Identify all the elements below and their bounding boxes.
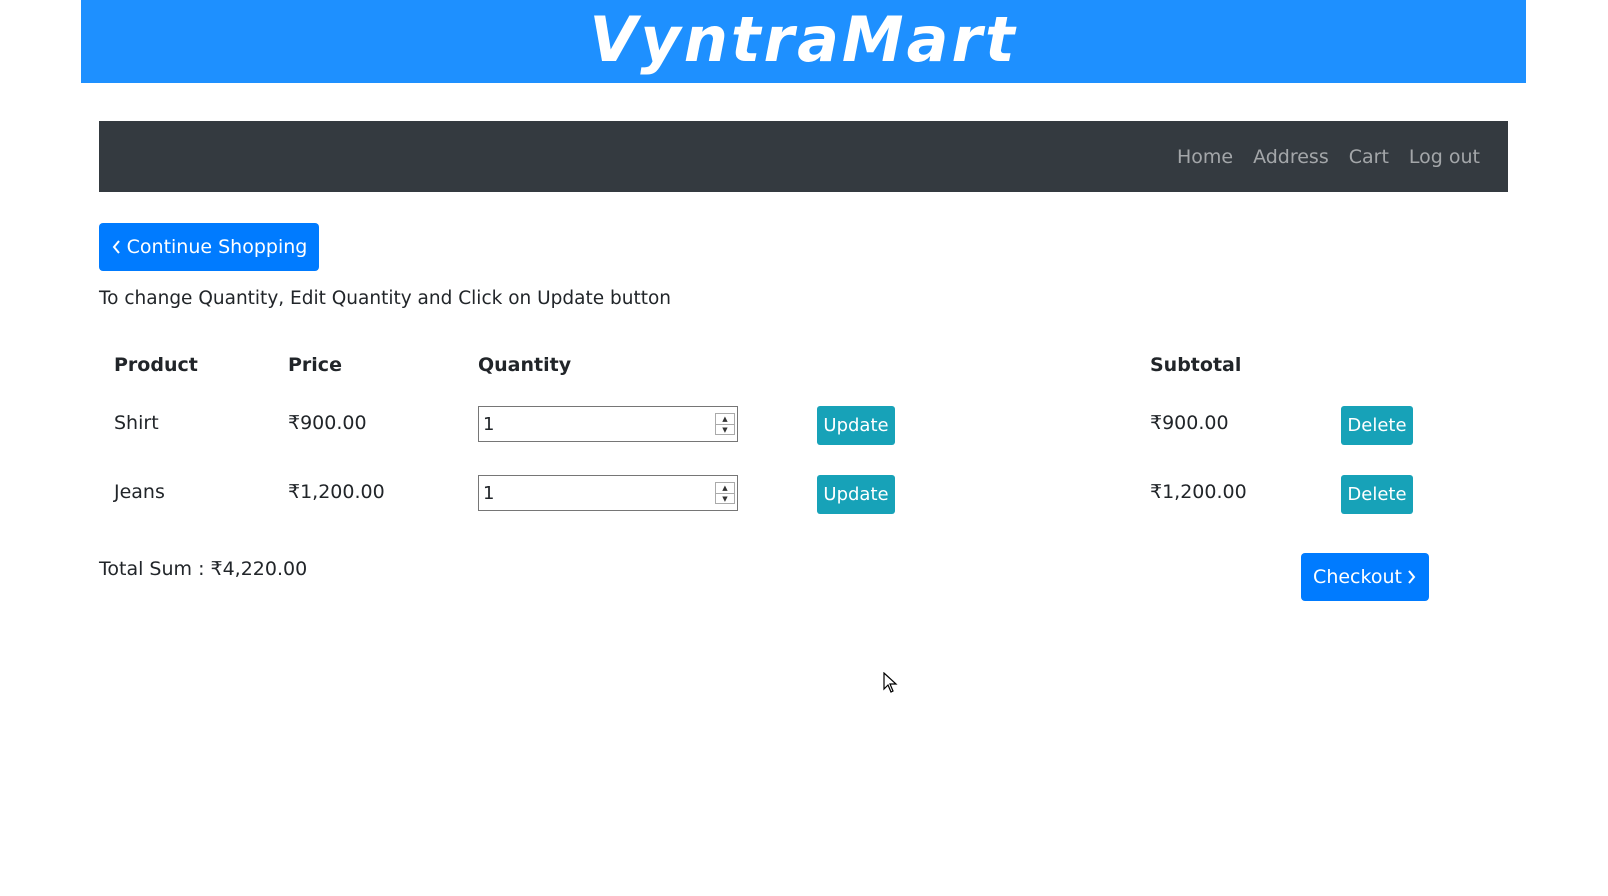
header-subtotal: Subtotal: [1150, 354, 1242, 376]
product-name: Shirt: [114, 412, 159, 434]
nav-address-link[interactable]: Address: [1253, 146, 1329, 168]
product-name: Jeans: [114, 481, 165, 503]
top-navbar: Home Address Cart Log out: [99, 121, 1508, 192]
quantity-stepper[interactable]: 1 ▲ ▼: [478, 406, 738, 442]
update-button[interactable]: Update: [817, 406, 895, 445]
continue-shopping-label: Continue Shopping: [126, 236, 308, 258]
quantity-value: 1: [483, 482, 495, 504]
instructions-text: To change Quantity, Edit Quantity and Cl…: [99, 288, 672, 309]
mouse-cursor-icon: [883, 672, 898, 693]
delete-button[interactable]: Delete: [1341, 406, 1413, 445]
chevron-left-icon: [112, 240, 120, 254]
spinner-arrows-icon[interactable]: ▲ ▼: [715, 482, 735, 504]
nav-home-link[interactable]: Home: [1177, 146, 1233, 168]
continue-shopping-button[interactable]: Continue Shopping: [99, 223, 319, 271]
nav-logout-link[interactable]: Log out: [1409, 146, 1480, 168]
product-price: ₹1,200.00: [288, 481, 385, 503]
subtotal-value: ₹900.00: [1150, 412, 1229, 434]
nav-cart-link[interactable]: Cart: [1349, 146, 1389, 168]
brand-logo: VyntraMart: [589, 2, 1018, 76]
header-quantity: Quantity: [478, 354, 572, 376]
checkout-button[interactable]: Checkout: [1301, 553, 1429, 601]
chevron-right-icon: [1408, 570, 1416, 584]
update-button[interactable]: Update: [817, 475, 895, 514]
quantity-value: 1: [483, 413, 495, 435]
brand-banner: VyntraMart: [81, 0, 1526, 83]
header-product: Product: [114, 354, 198, 376]
delete-button[interactable]: Delete: [1341, 475, 1413, 514]
header-price: Price: [288, 354, 342, 376]
product-price: ₹900.00: [288, 412, 367, 434]
quantity-stepper[interactable]: 1 ▲ ▼: [478, 475, 738, 511]
spinner-arrows-icon[interactable]: ▲ ▼: [715, 413, 735, 435]
checkout-label: Checkout: [1313, 566, 1402, 588]
subtotal-value: ₹1,200.00: [1150, 481, 1247, 503]
total-sum: Total Sum : ₹4,220.00: [99, 558, 308, 580]
